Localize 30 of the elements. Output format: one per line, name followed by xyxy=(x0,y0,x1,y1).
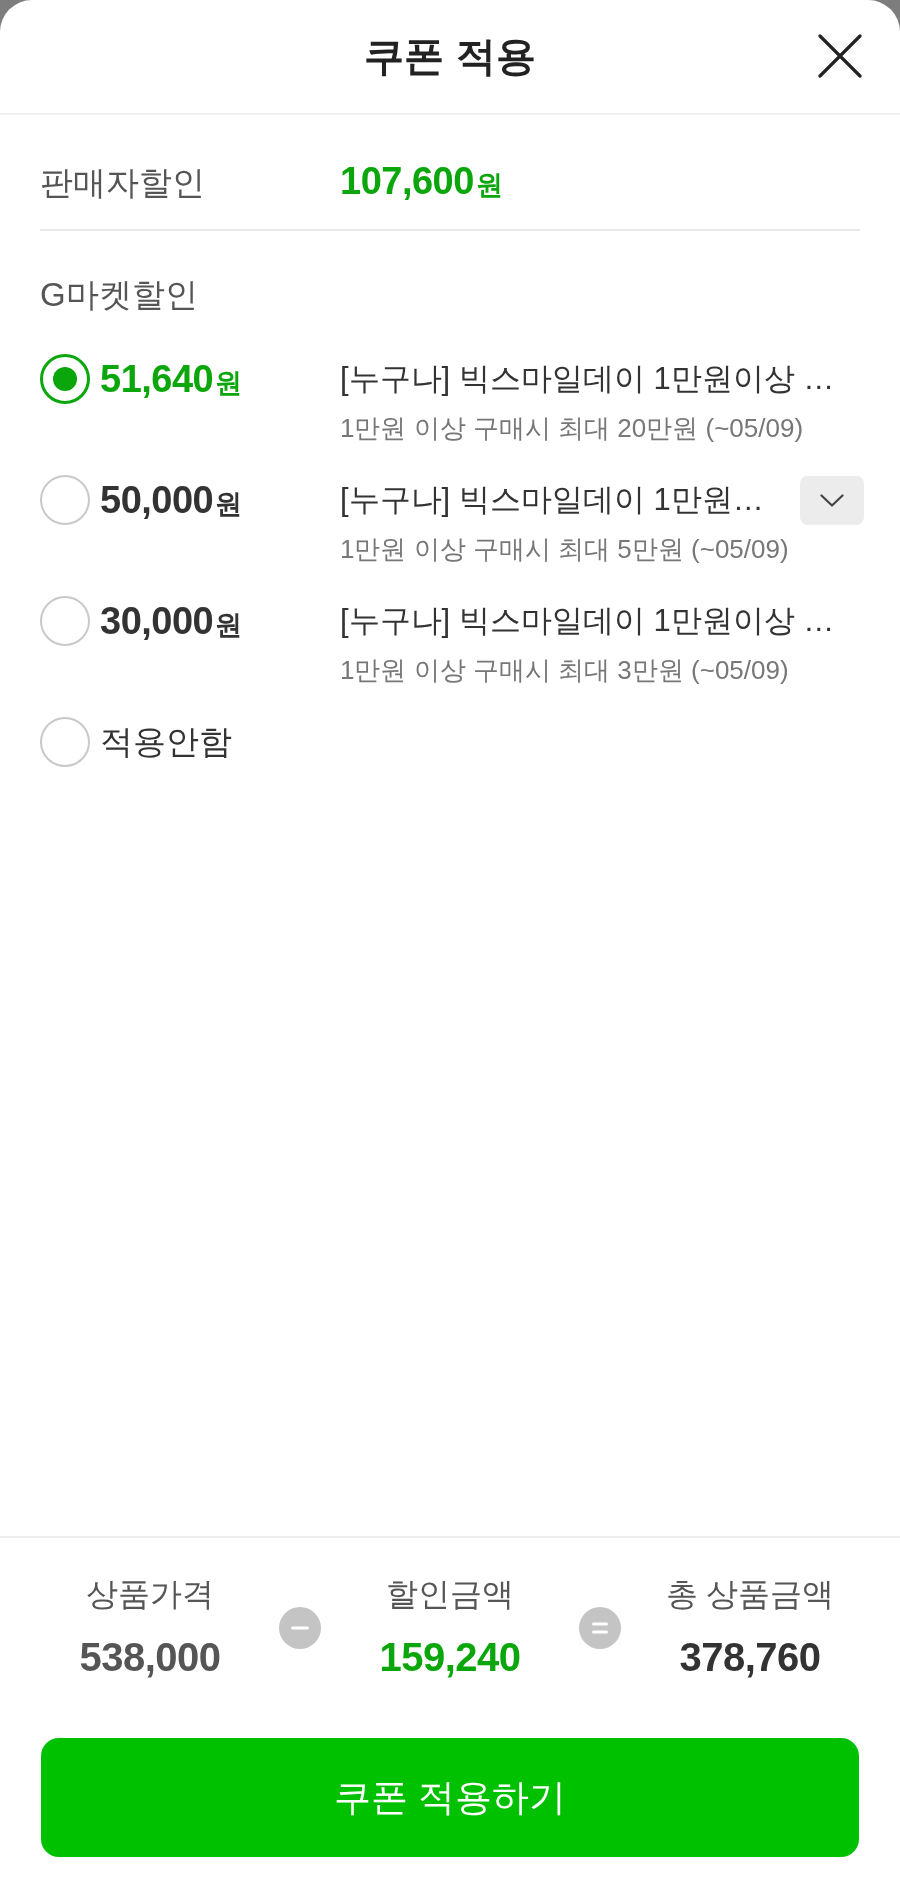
summary-value: 538,000 xyxy=(79,1634,221,1681)
minus-icon xyxy=(279,1606,321,1649)
seller-discount-label: 판매자할인 xyxy=(40,163,206,203)
apply-coupon-button[interactable]: 쿠폰 적용하기 xyxy=(41,1738,859,1857)
summary-label: 할인금액 xyxy=(386,1575,514,1614)
summary-value: 159,240 xyxy=(379,1634,521,1681)
coupon-description: 1만원 이상 구매시 최대 20만원 (~05/09) xyxy=(340,412,805,445)
radio-button[interactable] xyxy=(40,717,90,767)
coupon-amount: 50,000원 xyxy=(100,478,244,523)
no-coupon-label: 적용안함 xyxy=(100,722,232,762)
coupon-amount: 30,000원 xyxy=(100,599,244,644)
summary-value: 378,760 xyxy=(679,1634,821,1681)
chevron-down-icon xyxy=(820,493,844,507)
coupon-description: 1만원 이상 구매시 최대 3만원 (~05/09) xyxy=(340,654,790,687)
summary-label: 상품가격 xyxy=(86,1575,214,1614)
coupon-title: [누구나] 빅스마일데이 1만원이상 … xyxy=(340,602,835,640)
coupon-title: [누구나] 빅스마일데이 1만원… xyxy=(340,481,764,519)
radio-button[interactable] xyxy=(40,475,90,525)
dropdown-button[interactable] xyxy=(800,475,864,525)
radio-button[interactable] xyxy=(40,596,90,646)
coupon-description: 1만원 이상 구매시 최대 5만원 (~05/09) xyxy=(340,533,790,566)
seller-discount-amount: 107,600원 xyxy=(340,159,503,204)
equals-icon xyxy=(579,1606,621,1649)
coupon-title: [누구나] 빅스마일데이 1만원이상 … xyxy=(340,360,835,398)
sheet-title: 쿠폰 적용 xyxy=(364,32,536,80)
radio-button[interactable] xyxy=(40,354,90,404)
close-icon[interactable] xyxy=(818,33,862,78)
gmarket-discount-label: G마켓할인 xyxy=(40,275,199,315)
summary-label: 총 상품금액 xyxy=(665,1575,835,1614)
coupon-amount: 51,640원 xyxy=(100,357,244,402)
